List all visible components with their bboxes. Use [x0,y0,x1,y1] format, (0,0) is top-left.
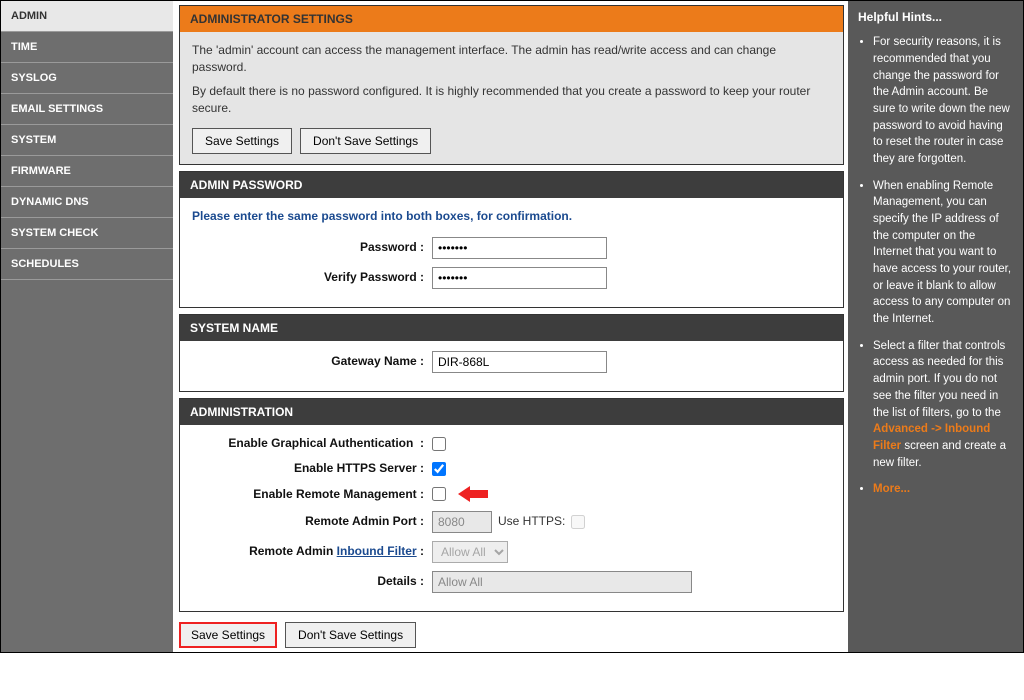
verify-password-input[interactable] [432,267,607,289]
verify-password-label: Verify Password : [192,269,432,286]
sidebar-item-schedules[interactable]: SCHEDULES [1,249,173,280]
dont-save-button-bottom[interactable]: Don't Save Settings [285,622,416,648]
hint-item: When enabling Remote Management, you can… [873,178,1013,328]
sidebar-item-admin[interactable]: ADMIN [1,1,173,32]
panel-admin-password: ADMIN PASSWORD Please enter the same pas… [179,171,844,308]
panel-title: SYSTEM NAME [180,315,843,341]
panel-system-name: SYSTEM NAME Gateway Name : [179,314,844,392]
inbound-filter-link[interactable]: Inbound Filter [337,544,417,558]
sidebar-item-dynamic-dns[interactable]: DYNAMIC DNS [1,187,173,218]
panel-title: ADMINISTRATOR SETTINGS [180,6,843,32]
hint-item: Select a filter that controls access as … [873,338,1013,471]
password-label: Password : [192,239,432,256]
sidebar-item-time[interactable]: TIME [1,32,173,63]
bottom-button-row: Save Settings Don't Save Settings [179,618,844,648]
sidebar: ADMIN TIME SYSLOG EMAIL SETTINGS SYSTEM … [1,1,173,652]
sidebar-item-email-settings[interactable]: EMAIL SETTINGS [1,94,173,125]
details-input[interactable] [432,571,692,593]
sidebar-item-system-check[interactable]: SYSTEM CHECK [1,218,173,249]
sidebar-item-syslog[interactable]: SYSLOG [1,63,173,94]
panel-body: The 'admin' account can access the manag… [180,32,843,164]
panel-body: Gateway Name : [180,341,843,391]
panel-title: ADMIN PASSWORD [180,172,843,198]
gateway-name-label: Gateway Name : [192,353,432,370]
main: ADMINISTRATOR SETTINGS The 'admin' accou… [173,1,848,652]
remote-mgmt-label: Enable Remote Management : [192,486,432,503]
inbound-filter-label: Remote Admin Inbound Filter : [192,543,432,560]
sidebar-item-system[interactable]: SYSTEM [1,125,173,156]
panel-admin-settings: ADMINISTRATOR SETTINGS The 'admin' accou… [179,5,844,165]
remote-port-label: Remote Admin Port : [192,513,432,530]
https-server-label: Enable HTTPS Server : [192,460,432,477]
password-input[interactable] [432,237,607,259]
password-info: Please enter the same password into both… [192,208,831,225]
use-https-checkbox[interactable] [571,515,585,529]
admin-desc-1: The 'admin' account can access the manag… [192,42,831,77]
graphical-auth-checkbox[interactable] [432,437,446,451]
panel-administration: ADMINISTRATION Enable Graphical Authenti… [179,398,844,612]
https-server-checkbox[interactable] [432,462,446,476]
remote-mgmt-checkbox[interactable] [432,487,446,501]
dont-save-button-top[interactable]: Don't Save Settings [300,128,431,154]
panel-title: ADMINISTRATION [180,399,843,425]
details-label: Details : [192,573,432,590]
hints-title: Helpful Hints... [858,9,1013,26]
use-https-label: Use HTTPS: [498,513,565,530]
save-settings-button-bottom[interactable]: Save Settings [179,622,277,648]
arrow-icon [458,486,488,502]
admin-desc-2: By default there is no password configur… [192,83,831,118]
panel-body: Please enter the same password into both… [180,198,843,307]
hint-more[interactable]: More... [873,481,1013,498]
sidebar-item-firmware[interactable]: FIRMWARE [1,156,173,187]
gateway-name-input[interactable] [432,351,607,373]
hint-item: For security reasons, it is recommended … [873,34,1013,167]
graphical-auth-label: Enable Graphical Authentication : [192,435,432,452]
panel-body: Enable Graphical Authentication : Enable… [180,425,843,611]
save-settings-button-top[interactable]: Save Settings [192,128,292,154]
remote-port-input[interactable] [432,511,492,533]
inbound-filter-select[interactable]: Allow All [432,541,508,563]
helpful-hints: Helpful Hints... For security reasons, i… [848,1,1023,652]
